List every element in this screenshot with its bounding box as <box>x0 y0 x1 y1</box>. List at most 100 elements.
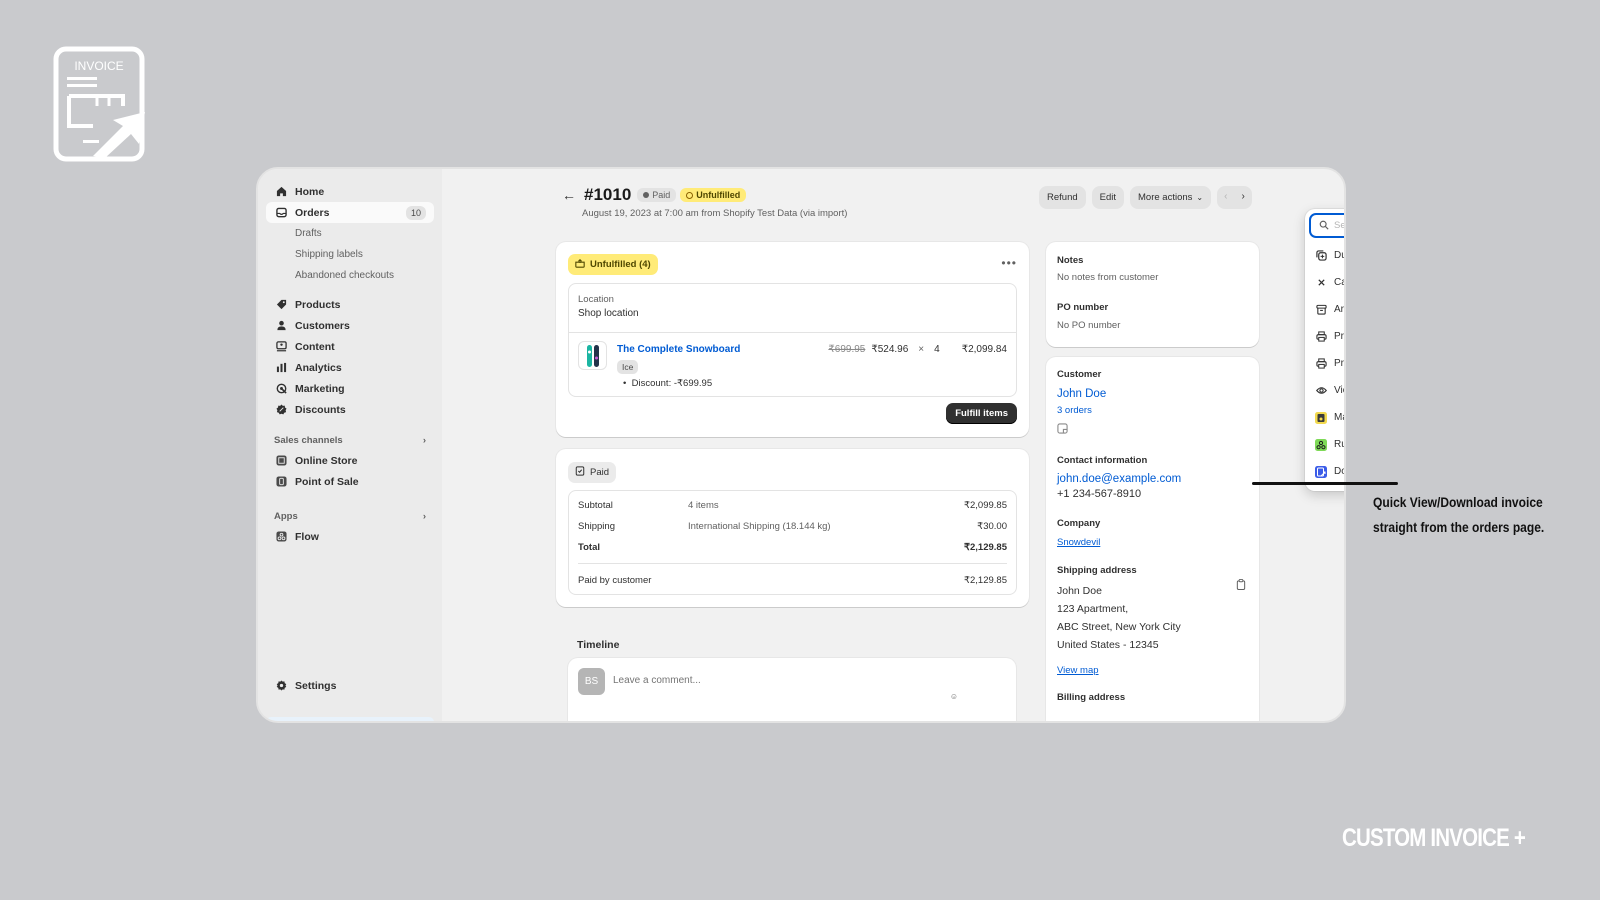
callout-line: straight from the orders page. <box>1373 519 1545 535</box>
timeline-card: BS ☺ <box>568 658 1016 721</box>
discount-text: Discount: -₹699.95 <box>631 378 713 389</box>
menu-item-print-packing-slips[interactable]: Print packing slips <box>1305 350 1344 377</box>
po-number-text: No PO number <box>1057 320 1121 331</box>
payment-card: Paid Subtotal 4 items ₹2,099.85 Shipping… <box>556 449 1029 607</box>
sidebar: Home Orders 10 Drafts Shipping labels Ab… <box>258 169 442 721</box>
main-content: ← #1010 Paid Unfulfilled August 19, 2023… <box>442 169 1344 721</box>
summary-amount: ₹2,129.85 <box>963 542 1007 553</box>
location-label: Location <box>578 294 614 305</box>
customer-email-link[interactable]: john.doe@example.com <box>1057 473 1181 485</box>
menu-item-label: Archive <box>1334 304 1344 315</box>
timeline-heading: Timeline <box>577 639 620 651</box>
sidebar-item-label: Customers <box>295 319 350 332</box>
edit-button[interactable]: Edit <box>1091 186 1125 209</box>
sidebar-subitem-abandoned-checkouts[interactable]: Abandoned checkouts <box>266 265 434 286</box>
menu-item-label: Print packing slips <box>1334 358 1344 369</box>
more-actions-button[interactable]: More actions ⌄ <box>1130 186 1212 209</box>
note-icon[interactable] <box>1057 421 1068 439</box>
menu-item-view-order-status-page[interactable]: View order status page <box>1305 377 1344 404</box>
sales-channels-heading[interactable]: Sales channels › <box>266 430 434 450</box>
summary-amount: ₹2,099.85 <box>963 500 1007 511</box>
company-link[interactable]: Snowdevil <box>1057 537 1100 548</box>
discount-line: • Discount: -₹699.95 <box>623 378 713 389</box>
divider <box>578 563 1007 564</box>
menu-item-print-order-page[interactable]: Print order page <box>1305 323 1344 350</box>
variant-badge: Ice <box>617 360 639 374</box>
refund-button[interactable]: Refund <box>1039 186 1086 209</box>
sidebar-item-marketing[interactable]: Marketing <box>266 378 434 399</box>
customer-heading: Customer <box>1057 369 1102 380</box>
callout-text: Quick View/Download invoice straight fro… <box>1373 490 1544 540</box>
view-map-link[interactable]: View map <box>1057 665 1099 676</box>
more-options-icon[interactable]: ••• <box>1001 256 1017 270</box>
menu-item-run-flow-automation[interactable]: Run Flow automation <box>1305 431 1344 458</box>
callout-pointer-line <box>1252 482 1398 485</box>
sidebar-item-home[interactable]: Home <box>266 181 434 202</box>
fulfillment-status-label: Unfulfilled <box>696 190 741 200</box>
summary-row-paid-by-customer: Paid by customer ₹2,129.85 <box>578 575 1007 586</box>
cash-app-icon <box>1315 411 1327 424</box>
notes-text: No notes from customer <box>1057 272 1159 283</box>
customer-orders-link[interactable]: 3 orders <box>1057 405 1092 416</box>
customer-card: Customer John Doe 3 orders Contact infor… <box>1046 357 1259 721</box>
previous-order-button[interactable]: ‹ <box>1217 186 1234 209</box>
search-actions-input[interactable] <box>1334 220 1344 231</box>
order-subtitle: August 19, 2023 at 7:00 am from Shopify … <box>582 208 848 219</box>
sidebar-item-flow[interactable]: Flow <box>266 526 434 547</box>
sidebar-subitem-drafts[interactable]: Drafts <box>266 223 434 244</box>
content-icon <box>274 340 288 354</box>
invoice-app-icon <box>1315 465 1327 478</box>
payment-status-label: Paid <box>652 190 671 200</box>
sidebar-item-point-of-sale[interactable]: Point of Sale <box>266 471 434 492</box>
payment-status-badge: Paid <box>637 188 677 202</box>
apps-heading[interactable]: Apps › <box>266 506 434 526</box>
customer-name-link[interactable]: John Doe <box>1057 388 1106 400</box>
menu-item-cancel-order[interactable]: Cancel order <box>1305 269 1344 296</box>
menu-item-duplicate[interactable]: Duplicate <box>1305 242 1344 269</box>
snowboard-image-icon <box>586 344 599 367</box>
shipping-address-line: 123 Apartment, <box>1057 603 1129 615</box>
product-thumbnail[interactable] <box>578 341 607 370</box>
sidebar-item-online-store[interactable]: Online Store <box>266 450 434 471</box>
sidebar-item-customers[interactable]: Customers <box>266 315 434 336</box>
emoji-icon[interactable]: ☺ <box>950 692 958 701</box>
customer-phone: +1 234-567-8910 <box>1057 488 1142 500</box>
order-pager: ‹ › <box>1217 186 1252 209</box>
paid-tag: Paid <box>568 462 617 483</box>
printer-icon <box>1315 331 1327 343</box>
fulfill-items-button[interactable]: Fulfill items <box>946 403 1017 424</box>
sidebar-subitem-shipping-labels[interactable]: Shipping labels <box>266 244 434 265</box>
next-order-button[interactable]: › <box>1234 186 1251 209</box>
sidebar-item-orders[interactable]: Orders 10 <box>266 202 434 223</box>
sidebar-item-label: Point of Sale <box>295 475 359 488</box>
search-actions-field[interactable] <box>1309 213 1344 238</box>
notes-heading: Notes <box>1057 255 1084 266</box>
sidebar-item-label: Analytics <box>295 361 342 374</box>
menu-item-download-invoice[interactable]: Download Invoice <box>1305 458 1344 485</box>
sidebar-item-products[interactable]: Products <box>266 294 434 315</box>
menu-item-mark-as-paid-with-cash[interactable]: Mark as paid with cash <box>1305 404 1344 431</box>
product-name-link[interactable]: The Complete Snowboard <box>617 344 740 355</box>
location-value: Shop location <box>578 308 639 319</box>
notes-card: Notes No notes from customer PO number N… <box>1046 242 1259 347</box>
more-actions-menu: Duplicate Cancel order Archive Print ord… <box>1305 209 1344 491</box>
menu-item-archive[interactable]: Archive <box>1305 296 1344 323</box>
sidebar-item-settings[interactable]: Settings <box>266 675 434 696</box>
sidebar-item-label: Flow <box>295 530 319 543</box>
sidebar-item-label: Content <box>295 340 335 353</box>
person-icon <box>274 319 288 333</box>
search-icon <box>1319 217 1329 235</box>
copy-icon[interactable] <box>1236 577 1246 595</box>
unit-price: ₹524.96 <box>871 344 909 355</box>
chevron-down-icon: ⌄ <box>1196 193 1204 202</box>
sidebar-item-content[interactable]: Content <box>266 336 434 357</box>
comment-input[interactable] <box>613 675 963 686</box>
sidebar-item-label: Products <box>295 298 341 311</box>
back-arrow-icon[interactable]: ← <box>562 187 576 203</box>
summary-row-shipping: Shipping International Shipping (18.144 … <box>578 521 1007 532</box>
sidebar-item-analytics[interactable]: Analytics <box>266 357 434 378</box>
paid-tag-label: Paid <box>590 467 610 478</box>
printer-icon <box>1315 358 1327 370</box>
company-heading: Company <box>1057 518 1101 529</box>
sidebar-item-discounts[interactable]: Discounts <box>266 399 434 420</box>
